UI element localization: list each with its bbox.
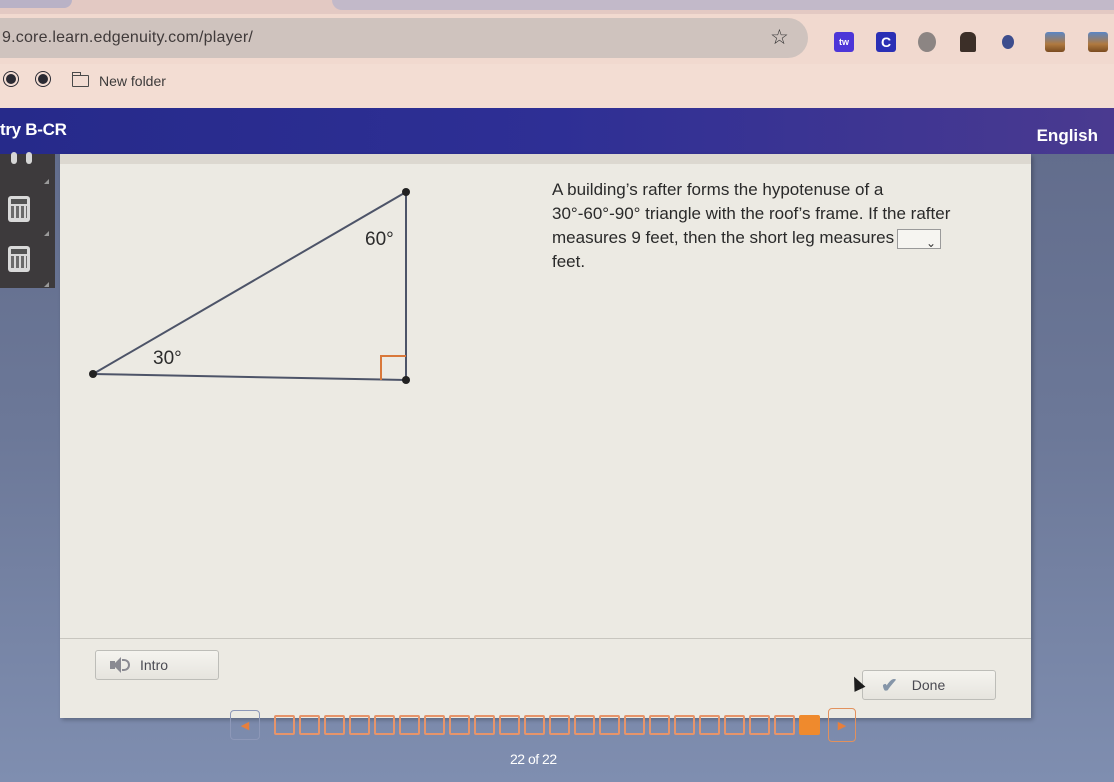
bookmark-folder-new-folder[interactable]: New folder (71, 72, 166, 89)
intro-button-label: Intro (140, 657, 169, 673)
browser-tab[interactable] (0, 0, 72, 8)
chevron-down-icon: ⌄ (926, 235, 937, 250)
image-extension-icon[interactable] (1088, 32, 1108, 52)
page-indicator[interactable] (274, 715, 295, 735)
question-text: A building’s rafter forms the hypotenuse… (552, 178, 992, 274)
question-panel: 60° 30° A building’s rafter forms the hy… (60, 154, 1031, 718)
tab-strip (0, 0, 1114, 14)
calculator-icon[interactable] (8, 246, 30, 272)
panel-top-strip (60, 154, 1031, 164)
page-indicator[interactable] (624, 715, 645, 735)
speaker-waves (122, 659, 130, 671)
previous-question-button[interactable]: ◀ (230, 710, 260, 740)
headphones-icon[interactable] (8, 148, 38, 168)
url-text[interactable]: 9.core.learn.edgenuity.com/player/ (2, 29, 253, 47)
house-extension-icon[interactable] (960, 32, 976, 52)
bookmark-star-icon[interactable]: ☆ (770, 25, 789, 50)
question-pagination: ◀ ▶ (230, 705, 856, 745)
page-indicator[interactable] (474, 715, 495, 735)
angle-label-60: 60° (365, 229, 394, 250)
speaker-icon (110, 656, 130, 674)
page-indicator[interactable] (349, 715, 370, 735)
page-indicator[interactable] (724, 715, 745, 735)
page-indicator[interactable] (399, 715, 420, 735)
triangle-figure: 60° 30° (85, 184, 425, 394)
chevron-left-icon: ◀ (240, 719, 250, 732)
page-indicator[interactable] (499, 715, 520, 735)
done-button-label: Done (911, 677, 946, 693)
answer-dropdown[interactable]: ⌄ (897, 228, 942, 250)
question-line: A building’s rafter forms the hypotenuse… (552, 180, 884, 199)
vertex-point (89, 370, 97, 378)
activity-title: try B-CR (0, 120, 67, 139)
page-indicator[interactable] (299, 715, 320, 735)
browser-toolbar: 9.core.learn.edgenuity.com/player/ ☆ tw … (0, 14, 1114, 64)
next-question-button[interactable]: ▶ (828, 708, 856, 742)
side-toolbar (0, 152, 55, 288)
intro-button[interactable]: Intro (95, 650, 219, 680)
vertex-point (402, 376, 410, 384)
page-indicators (274, 715, 820, 735)
bug-extension-icon[interactable] (1002, 35, 1014, 49)
triangle-diagram: 60° 30° (89, 188, 410, 384)
language-button[interactable]: English (1037, 126, 1098, 146)
browser-tab[interactable] (332, 0, 1114, 10)
page-indicator[interactable] (449, 715, 470, 735)
expand-corner-icon (44, 282, 49, 287)
page-indicator[interactable] (599, 715, 620, 735)
address-bar[interactable]: 9.core.learn.edgenuity.com/player/ ☆ (0, 18, 808, 58)
expand-corner-icon (44, 179, 49, 184)
page-indicator[interactable] (749, 715, 770, 735)
question-line: measures 9 feet, then the short leg meas… (552, 228, 895, 247)
page-indicator[interactable] (574, 715, 595, 735)
page-indicator[interactable] (649, 715, 670, 735)
page-count-label: 22 of 22 (510, 751, 557, 767)
question-line-with-answer: measures 9 feet, then the short leg meas… (552, 226, 992, 250)
page-indicator[interactable] (699, 715, 720, 735)
page-indicator[interactable] (324, 715, 345, 735)
calculator-keys (11, 206, 27, 218)
done-button[interactable]: ✔ Done (862, 670, 996, 700)
page-indicator[interactable] (374, 715, 395, 735)
expand-corner-icon (44, 231, 49, 236)
long-leg (92, 373, 407, 381)
globe-bookmark-icon[interactable] (36, 72, 50, 86)
angle-label-30: 30° (153, 348, 182, 369)
chevron-right-icon: ▶ (837, 719, 847, 732)
page-indicator[interactable] (524, 715, 545, 735)
page-indicator[interactable] (674, 715, 695, 735)
vertex-point (402, 188, 410, 196)
c-extension-icon[interactable]: C (876, 32, 896, 52)
page-indicator[interactable] (424, 715, 445, 735)
checkmark-icon: ✔ (881, 674, 898, 697)
headphones-cup-right (26, 152, 32, 164)
tw-puzzle-extension-icon[interactable]: tw (834, 32, 854, 52)
calculator-screen (11, 199, 27, 204)
page-indicator[interactable] (774, 715, 795, 735)
calculator-icon[interactable] (8, 196, 30, 222)
calculator-screen (11, 249, 27, 254)
footer-divider (60, 638, 1031, 639)
folder-icon (71, 72, 89, 87)
bookmarks-bar: New folder (0, 64, 1114, 108)
gray-extension-icon[interactable] (918, 32, 936, 52)
image-extension-icon[interactable] (1045, 32, 1065, 52)
bookmark-folder-label: New folder (99, 73, 166, 89)
calculator-keys (11, 256, 27, 268)
app-header: try B-CR English (0, 108, 1114, 154)
headphones-cup-left (11, 152, 17, 164)
question-line: 30°-60°-90° triangle with the roof’s fra… (552, 204, 951, 223)
page-indicator-current[interactable] (799, 715, 820, 735)
globe-bookmark-icon[interactable] (4, 72, 18, 86)
hypotenuse (92, 191, 407, 375)
right-angle-marker (380, 355, 406, 380)
page-indicator[interactable] (549, 715, 570, 735)
